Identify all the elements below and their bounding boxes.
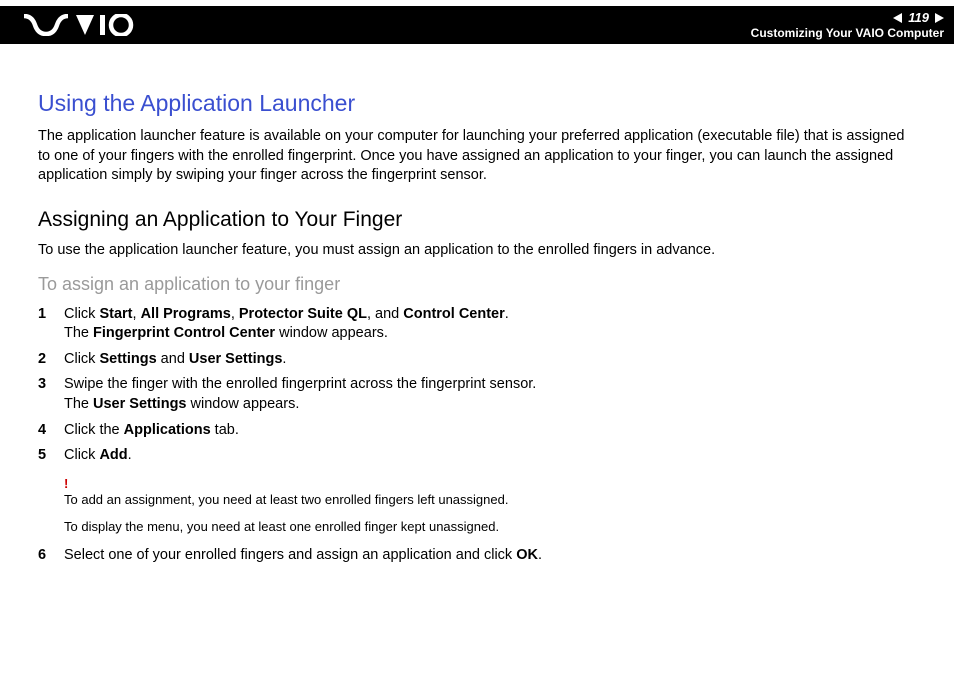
note-line: To add an assignment, you need at least … — [64, 491, 916, 509]
section-title: Customizing Your VAIO Computer — [751, 26, 944, 40]
note-line: To display the menu, you need at least o… — [64, 518, 916, 536]
step-item: 2 Click Settings and User Settings. — [38, 350, 916, 370]
next-page-arrow-icon[interactable] — [935, 13, 944, 23]
heading-2: Assigning an Application to Your Finger — [38, 208, 916, 232]
step-item: 6 Select one of your enrolled fingers an… — [38, 546, 916, 566]
step-item: 5 Click Add. — [38, 446, 916, 466]
step-number: 6 — [38, 546, 64, 566]
step-body: Click the Applications tab. — [64, 421, 916, 441]
step-item: 1 Click Start, All Programs, Protector S… — [38, 305, 916, 344]
step-number: 3 — [38, 375, 64, 414]
step-item: 4 Click the Applications tab. — [38, 421, 916, 441]
step-list: 1 Click Start, All Programs, Protector S… — [38, 305, 916, 466]
page-number: 119 — [906, 10, 931, 25]
page-nav: 119 — [893, 10, 944, 25]
step-body: Select one of your enrolled fingers and … — [64, 546, 916, 566]
step-body: Swipe the finger with the enrolled finge… — [64, 375, 916, 414]
step-list-continued: 6 Select one of your enrolled fingers an… — [38, 546, 916, 566]
step-number: 1 — [38, 305, 64, 344]
header-right: 119 Customizing Your VAIO Computer — [751, 10, 944, 40]
step-number: 2 — [38, 350, 64, 370]
prev-page-arrow-icon[interactable] — [893, 13, 902, 23]
heading-1: Using the Application Launcher — [38, 90, 916, 117]
paragraph: To use the application launcher feature,… — [38, 242, 916, 258]
step-body: Click Settings and User Settings. — [64, 350, 916, 370]
vaio-logo — [24, 14, 134, 36]
header-bar: 119 Customizing Your VAIO Computer — [0, 6, 954, 44]
warning-icon: ! — [64, 476, 916, 491]
step-item: 3 Swipe the finger with the enrolled fin… — [38, 375, 916, 414]
heading-3: To assign an application to your finger — [38, 274, 916, 295]
step-number: 4 — [38, 421, 64, 441]
note-block: ! To add an assignment, you need at leas… — [64, 476, 916, 536]
step-body: Click Add. — [64, 446, 916, 466]
step-body: Click Start, All Programs, Protector Sui… — [64, 305, 916, 344]
page-content: Using the Application Launcher The appli… — [0, 44, 954, 565]
intro-paragraph: The application launcher feature is avai… — [38, 127, 916, 186]
step-number: 5 — [38, 446, 64, 466]
